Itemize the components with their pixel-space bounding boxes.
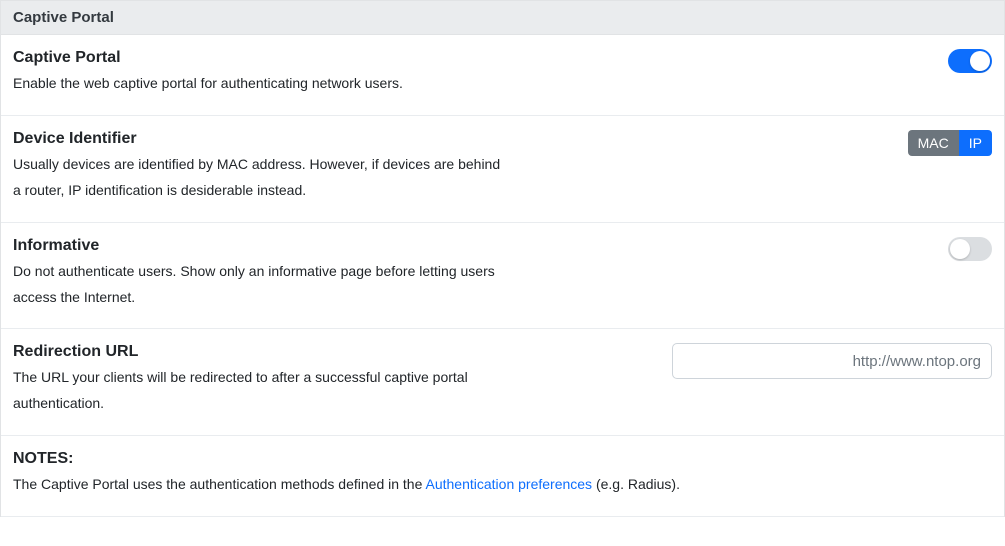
captive-portal-title: Captive Portal xyxy=(13,49,653,67)
redirection-url-desc: The URL your clients will be redirected … xyxy=(13,365,503,417)
informative-title: Informative xyxy=(13,237,653,255)
notes-prefix: The Captive Portal uses the authenticati… xyxy=(13,476,426,492)
row-captive-portal: Captive Portal Enable the web captive po… xyxy=(1,35,1004,116)
notes-section: NOTES: The Captive Portal uses the authe… xyxy=(1,436,1004,517)
row-redirection-url: Redirection URL The URL your clients wil… xyxy=(1,329,1004,436)
toggle-knob-icon xyxy=(970,51,990,71)
notes-text: The Captive Portal uses the authenticati… xyxy=(13,472,992,498)
redirection-url-title: Redirection URL xyxy=(13,343,653,361)
captive-portal-desc: Enable the web captive portal for authen… xyxy=(13,71,503,97)
segment-mac-button[interactable]: MAC xyxy=(908,130,959,156)
panel-title: Captive Portal xyxy=(13,9,114,26)
authentication-preferences-link[interactable]: Authentication preferences xyxy=(426,476,593,492)
device-identifier-title: Device Identifier xyxy=(13,130,653,148)
device-identifier-desc: Usually devices are identified by MAC ad… xyxy=(13,152,503,204)
captive-portal-panel: Captive Portal Captive Portal Enable the… xyxy=(0,0,1005,517)
row-informative: Informative Do not authenticate users. S… xyxy=(1,223,1004,330)
segment-ip-button[interactable]: IP xyxy=(959,130,992,156)
informative-desc: Do not authenticate users. Show only an … xyxy=(13,259,503,311)
notes-title: NOTES: xyxy=(13,450,992,468)
captive-portal-toggle[interactable] xyxy=(948,49,992,73)
device-identifier-segment: MAC IP xyxy=(908,130,992,156)
row-device-identifier: Device Identifier Usually devices are id… xyxy=(1,116,1004,223)
informative-toggle[interactable] xyxy=(948,237,992,261)
panel-header: Captive Portal xyxy=(1,1,1004,35)
toggle-knob-icon xyxy=(950,239,970,259)
redirection-url-input[interactable] xyxy=(672,343,992,379)
notes-suffix: (e.g. Radius). xyxy=(592,476,680,492)
